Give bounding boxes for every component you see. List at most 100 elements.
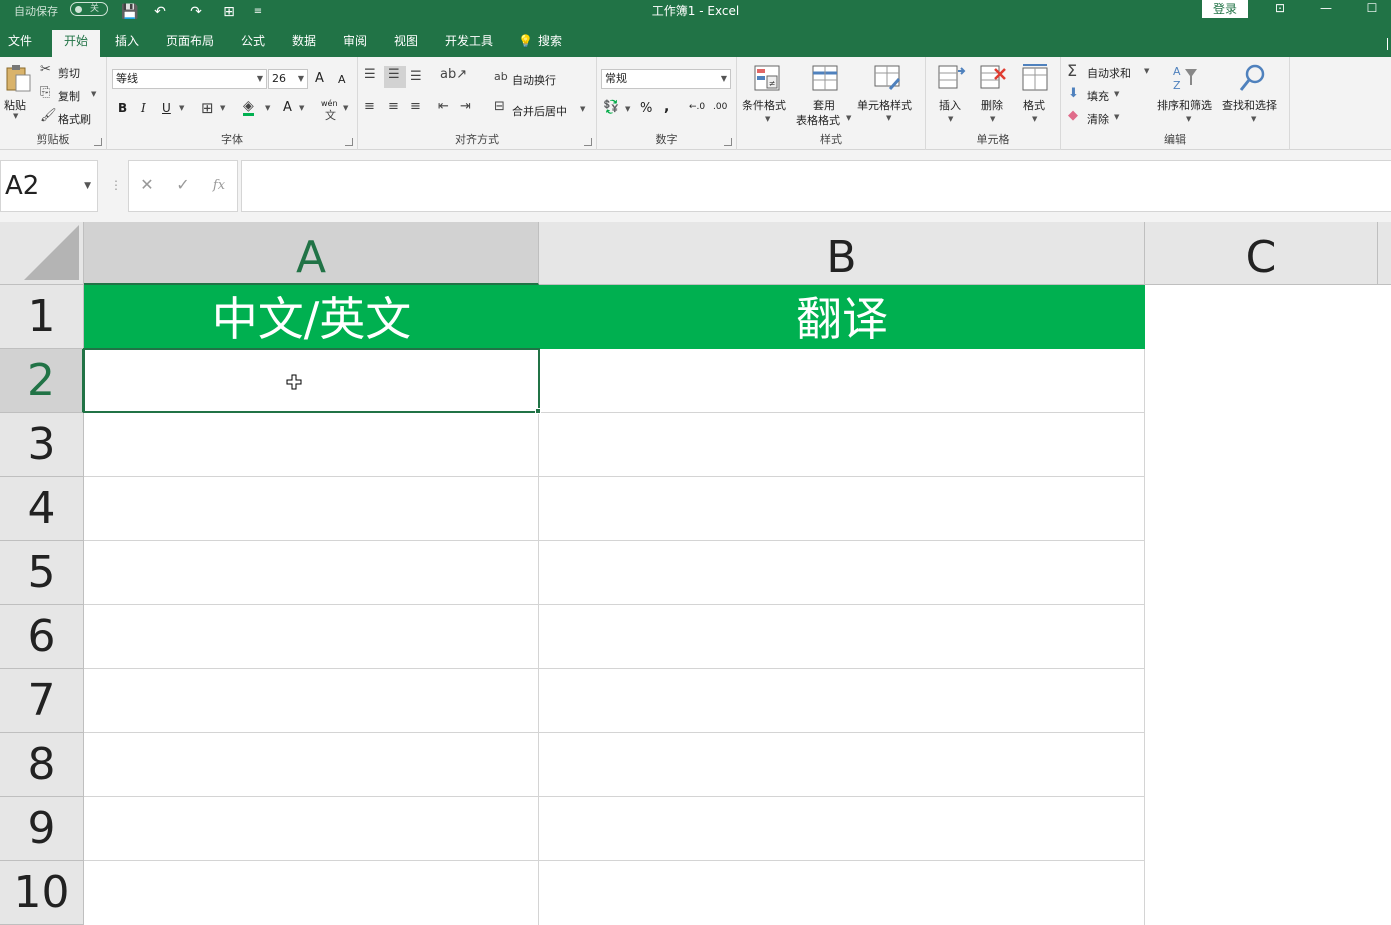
cell-b10[interactable] [539,861,1145,925]
cut-button[interactable]: 剪切 [58,65,80,81]
formula-input[interactable] [241,160,1391,212]
format-as-table-line2[interactable]: 表格格式 [796,112,840,128]
cell-b1[interactable]: 翻译 [539,285,1145,349]
cell-a5[interactable] [84,541,539,605]
cancel-icon[interactable]: ✕ [137,175,157,194]
conditional-formatting-icon[interactable]: ≠ [752,63,782,93]
resize-handle-icon[interactable]: ⋮ [110,178,122,192]
row-header-5[interactable]: 5 [0,541,84,605]
find-select-button[interactable]: 查找和选择 [1222,97,1277,113]
format-as-table-icon[interactable] [810,63,840,93]
tab-home[interactable]: 开始 [52,30,100,57]
fill-button[interactable]: 填充 [1087,88,1109,104]
chevron-down-icon[interactable]: ▼ [84,161,91,211]
delete-button[interactable]: 删除 [981,97,1003,113]
cell-c1[interactable] [1145,285,1391,349]
sort-filter-button[interactable]: 排序和筛选 [1157,97,1212,113]
align-top-icon[interactable]: ☰ [364,67,376,82]
comma-button[interactable]: , [664,99,669,115]
insert-cells-icon[interactable] [936,63,966,93]
row-header-6[interactable]: 6 [0,605,84,669]
decrease-decimal-button[interactable]: .00 [713,102,727,112]
borders-dropdown-icon[interactable]: ▼ [220,104,225,112]
insert-dropdown-icon[interactable]: ▼ [948,115,953,123]
autosum-button[interactable]: 自动求和 [1087,65,1131,81]
cell-a1[interactable]: 中文/英文 [84,285,539,349]
fill-color-icon[interactable]: ◈ [243,99,254,116]
insert-button[interactable]: 插入 [939,97,961,113]
align-bottom-icon[interactable]: ☰ [410,69,422,84]
tab-insert[interactable]: 插入 [108,33,146,57]
tab-view[interactable]: 视图 [387,33,425,57]
tab-file[interactable]: 文件 [0,33,40,57]
clear-dropdown-icon[interactable]: ▼ [1114,113,1119,121]
clipboard-launcher-icon[interactable] [94,138,102,146]
fill-color-dropdown-icon[interactable]: ▼ [265,104,270,112]
paste-icon[interactable] [4,63,34,93]
row-header-10[interactable]: 10 [0,861,84,925]
bold-button[interactable]: B [118,101,127,115]
underline-button[interactable]: U [162,101,171,115]
increase-indent-icon[interactable]: ⇥ [460,99,471,114]
column-header-b[interactable]: B [539,222,1145,285]
copy-dropdown-icon[interactable]: ▼ [91,90,96,98]
cell-a4[interactable] [84,477,539,541]
align-right-icon[interactable]: ≡ [410,99,421,114]
sort-dropdown-icon[interactable]: ▼ [1186,115,1191,123]
insert-function-icon[interactable]: fx [209,178,229,193]
cell-a6[interactable] [84,605,539,669]
cell-b7[interactable] [539,669,1145,733]
borders-icon[interactable]: ⊞ [201,99,214,117]
row-header-7[interactable]: 7 [0,669,84,733]
font-launcher-icon[interactable] [345,138,353,146]
cell-a8[interactable] [84,733,539,797]
shrink-font-button[interactable]: A [338,73,346,86]
cell-a7[interactable] [84,669,539,733]
grow-font-button[interactable]: A [315,71,324,86]
find-select-icon[interactable] [1237,63,1267,93]
select-all-button[interactable] [0,222,84,285]
ribbon-display-icon[interactable]: ⊡ [1257,0,1303,18]
row-header-4[interactable]: 4 [0,477,84,541]
cell-b2[interactable] [539,349,1145,413]
fill-handle[interactable] [535,408,541,414]
underline-dropdown-icon[interactable]: ▼ [179,104,184,112]
paste-dropdown-icon[interactable]: ▼ [13,112,18,120]
font-color-dropdown-icon[interactable]: ▼ [299,104,304,112]
clear-button[interactable]: 清除 [1087,111,1109,127]
sort-filter-icon[interactable]: A Z [1169,63,1199,93]
merge-dropdown-icon[interactable]: ▼ [580,105,585,113]
format-cells-icon[interactable] [1020,63,1050,93]
cell-a3[interactable] [84,413,539,477]
tab-review[interactable]: 审阅 [336,33,374,57]
cell-a10[interactable] [84,861,539,925]
cell-styles-icon[interactable] [872,63,902,93]
paste-button[interactable]: 粘贴 [4,97,26,113]
conditional-dropdown-icon[interactable]: ▼ [765,115,770,123]
cell-styles-button[interactable]: 单元格样式 [857,97,912,113]
align-left-icon[interactable]: ≡ [364,99,375,114]
tab-developer[interactable]: 开发工具 [438,33,500,57]
align-middle-icon[interactable]: ☰ [388,67,400,82]
find-dropdown-icon[interactable]: ▼ [1251,115,1256,123]
tab-formulas[interactable]: 公式 [234,33,272,57]
number-launcher-icon[interactable] [724,138,732,146]
format-button[interactable]: 格式 [1023,97,1045,113]
cell-a9[interactable] [84,797,539,861]
tab-search[interactable]: 搜索 [534,33,566,57]
copy-button[interactable]: 复制 [58,88,80,104]
row-header-2[interactable]: 2 [0,349,84,413]
merge-center-button[interactable]: 合并后居中 [512,103,567,119]
phonetic-dropdown-icon[interactable]: ▼ [343,104,348,112]
column-header-c[interactable]: C [1145,222,1378,285]
increase-decimal-button[interactable]: ←.0 [689,102,705,112]
minimize-icon[interactable]: — [1303,0,1349,18]
login-button[interactable]: 登录 [1202,0,1248,18]
format-as-table-line1[interactable]: 套用 [813,97,835,113]
cell-b6[interactable] [539,605,1145,669]
column-header-d[interactable] [1378,222,1391,285]
cell-b3[interactable] [539,413,1145,477]
orientation-icon[interactable]: ab↗ [440,67,467,82]
wrap-text-button[interactable]: 自动换行 [512,72,556,88]
format-dropdown-icon[interactable]: ▼ [1032,115,1037,123]
